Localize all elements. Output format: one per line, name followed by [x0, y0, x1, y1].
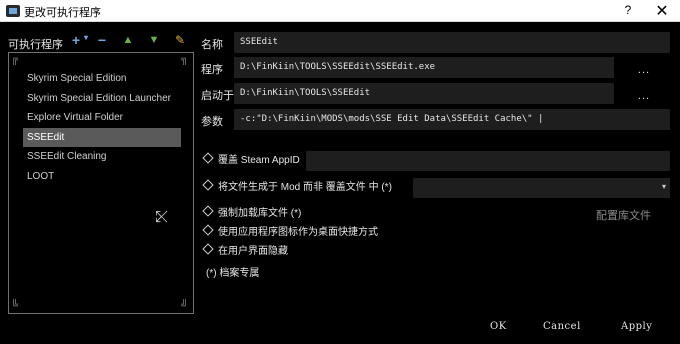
create-files-in-mod-checkbox[interactable]: 将文件生成于 Mod 而非 覆盖文件 中 (*) — [201, 179, 392, 196]
mouse-cursor-icon: ⤪ — [155, 209, 168, 226]
profile-specific-note: (*) 档案专属 — [206, 268, 260, 279]
start-in-label: 启动于 — [201, 90, 234, 102]
name-field[interactable]: SSEEdit — [234, 32, 670, 53]
add-executable-icon[interactable]: + ▾ — [68, 32, 88, 48]
chevron-down-icon: ▾ — [661, 182, 666, 191]
program-label: 程序 — [201, 64, 223, 76]
move-down-icon[interactable]: ▼ — [146, 32, 162, 48]
arguments-field[interactable]: -c:"D:\FinKiin\MODS\mods\SSE Edit Data\S… — [234, 109, 670, 130]
force-load-label: 强制加载库文件 (*) — [218, 208, 302, 219]
ok-button[interactable]: OK — [490, 321, 507, 332]
executables-list[interactable]: ╔ ╗ ╚ ╝ Skyrim Special Edition Skyrim Sp… — [8, 52, 194, 314]
mod-select-dropdown[interactable]: ▾ — [413, 178, 670, 198]
move-up-icon[interactable]: ▲ — [120, 32, 136, 48]
corner-ornament-icon: ╔ — [11, 54, 19, 65]
hide-in-ui-checkbox[interactable]: 在用户界面隐藏 — [201, 243, 288, 260]
title-bar: 更改可执行程序 ? ✕ — [0, 0, 680, 22]
override-steam-checkbox[interactable]: 覆盖 Steam AppID — [201, 152, 300, 169]
steam-appid-input[interactable] — [306, 151, 670, 171]
list-item[interactable]: Explore Virtual Folder — [23, 108, 181, 128]
list-item-selected[interactable]: SSEEdit — [23, 127, 181, 147]
executables-label: 可执行程序 — [8, 39, 63, 51]
remove-executable-icon[interactable]: − — [94, 32, 110, 48]
checkbox-diamond-icon[interactable] — [202, 243, 214, 255]
browse-program-button[interactable]: ... — [630, 62, 658, 80]
dropdown-small-icon: ▾ — [83, 33, 88, 42]
checkbox-diamond-icon[interactable] — [202, 205, 214, 217]
app-icon — [6, 5, 20, 17]
help-button[interactable]: ? — [620, 3, 636, 17]
close-button[interactable]: ✕ — [652, 1, 672, 21]
list-item[interactable]: Skyrim Special Edition — [23, 69, 181, 89]
create-files-label: 将文件生成于 Mod 而非 覆盖文件 中 (*) — [218, 182, 392, 193]
corner-ornament-icon: ╝ — [181, 300, 189, 311]
name-label: 名称 — [201, 39, 223, 51]
corner-ornament-icon: ╚ — [11, 300, 19, 311]
hide-label: 在用户界面隐藏 — [218, 246, 288, 257]
checkbox-diamond-icon[interactable] — [202, 224, 214, 236]
force-load-libraries-checkbox[interactable]: 强制加载库文件 (*) — [201, 205, 302, 222]
executables-items: Skyrim Special Edition Skyrim Special Ed… — [23, 69, 181, 186]
brush-icon[interactable]: ✎ — [172, 32, 188, 48]
browse-start-in-button[interactable]: ... — [630, 88, 658, 106]
arguments-label: 参数 — [201, 116, 223, 128]
window-title: 更改可执行程序 — [24, 7, 101, 19]
list-item[interactable]: LOOT — [23, 167, 181, 187]
corner-ornament-icon: ╗ — [181, 54, 189, 65]
apply-button[interactable]: Apply — [621, 321, 652, 332]
configure-libraries-button[interactable]: 配置库文件 — [596, 207, 651, 223]
cancel-button[interactable]: Cancel — [543, 321, 581, 332]
program-path-field[interactable]: D:\FinKiin\TOOLS\SSEEdit\SSEEdit.exe — [234, 57, 614, 78]
list-item[interactable]: SSEEdit Cleaning — [23, 147, 181, 167]
plus-icon: + — [71, 32, 81, 48]
use-app-icon-checkbox[interactable]: 使用应用程序图标作为桌面快捷方式 — [201, 224, 378, 241]
list-item[interactable]: Skyrim Special Edition Launcher — [23, 89, 181, 109]
use-icon-label: 使用应用程序图标作为桌面快捷方式 — [218, 227, 378, 238]
override-steam-label: 覆盖 Steam AppID — [218, 155, 300, 166]
checkbox-diamond-icon[interactable] — [202, 152, 214, 164]
start-in-field[interactable]: D:\FinKiin\TOOLS\SSEEdit — [234, 83, 614, 104]
checkbox-diamond-icon[interactable] — [202, 179, 214, 191]
